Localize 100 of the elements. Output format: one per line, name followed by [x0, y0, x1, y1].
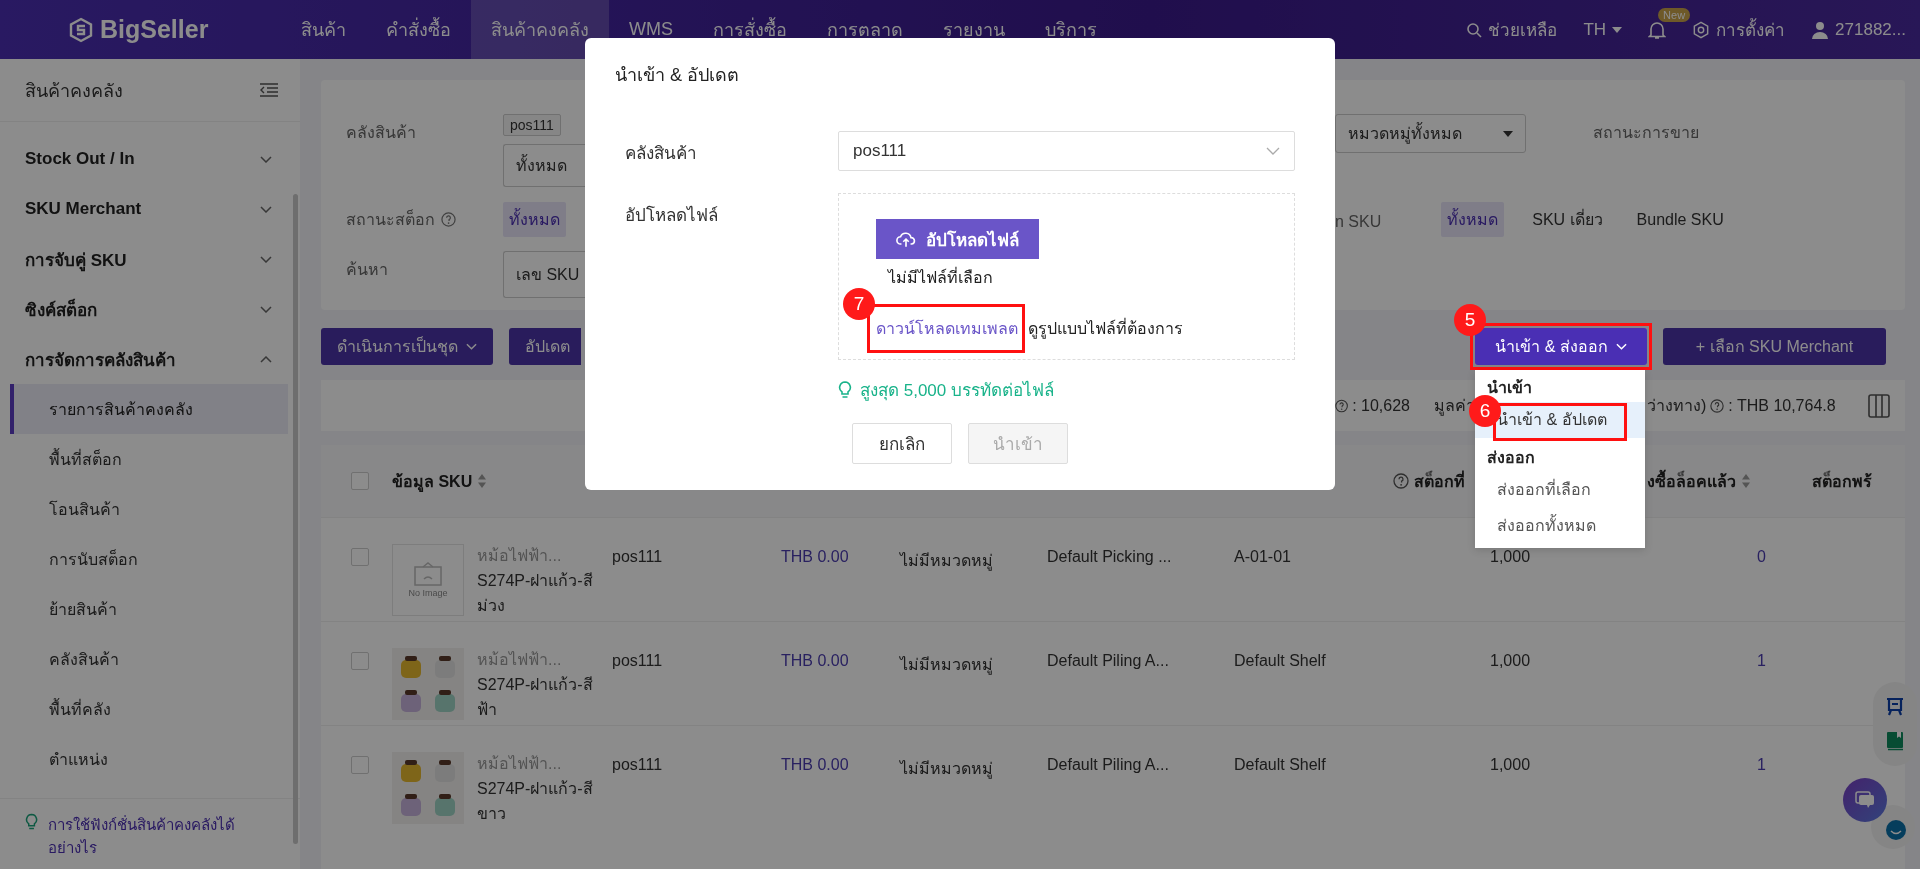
checkbox[interactable]: [351, 652, 369, 670]
filter-label: คลังสินค้า: [346, 123, 417, 143]
sku-code: S274P-ฝาแก้ว-สีม่วง: [477, 570, 594, 616]
sidebar-item[interactable]: คลังสินค้า: [10, 634, 288, 684]
chevron-icon: [1266, 147, 1280, 155]
sidebar-item[interactable]: ตำแหน่ง: [10, 734, 288, 784]
checkbox[interactable]: [351, 756, 369, 774]
help-link[interactable]: การใช้ฟังก์ชั่นสินค้าคงคลังได้อย่างไร: [48, 812, 270, 859]
lightbulb-icon: [25, 812, 39, 831]
warehouse-option[interactable]: ทั้งหมด: [503, 144, 585, 187]
book-icon[interactable]: [1886, 731, 1904, 752]
filter-label: สถานะสต็อก: [346, 208, 435, 230]
table-cell-text: pos111: [612, 756, 664, 774]
help-link[interactable]: ช่วยเหลือ: [1466, 16, 1558, 43]
settings-link[interactable]: การตั้งค่า: [1692, 16, 1786, 43]
settings-icon: [1692, 20, 1711, 39]
menu-item[interactable]: ส่งออกที่เลือก: [1475, 472, 1645, 508]
table-cell-text: ไม่มีหมวดหมู่: [900, 759, 994, 781]
column-header: ข้อมูล SKU: [392, 471, 473, 494]
logo-icon: [68, 16, 94, 43]
filter-option[interactable]: ทั้งหมด: [1441, 202, 1505, 237]
sidebar-item[interactable]: พื้นที่คลัง: [10, 684, 288, 734]
chevron-icon: [1615, 343, 1627, 350]
column-header: สต็อกที่: [1414, 469, 1465, 492]
field-label: คลังสินค้า: [625, 143, 698, 165]
no-file-text: ไม่มีไฟล์ที่เลือก: [888, 266, 993, 288]
table-cell-text: Default Piling A...: [1047, 652, 1170, 670]
filter-option[interactable]: Bundle SKU: [1630, 205, 1730, 234]
cloud-upload-icon: [896, 230, 916, 248]
nav-tab[interactable]: สินค้า: [281, 0, 366, 59]
stock-value: : THB 10,764.8: [1728, 396, 1836, 415]
field-label: อัปโหลดไฟล์: [625, 204, 719, 227]
menu-item[interactable]: ส่งออกทั้งหมด: [1475, 508, 1645, 544]
step-badge: 7: [843, 288, 875, 320]
download-template-link[interactable]: ดาวน์โหลดเทมเพลต: [876, 316, 1022, 341]
upload-file-button[interactable]: อัปโหลดไฟล์: [876, 219, 1039, 259]
menu-group-label: ส่งออก: [1486, 448, 1536, 468]
product-name: หม้อไฟฟ้า...: [477, 754, 563, 774]
checkbox[interactable]: [351, 548, 369, 566]
nav-tab[interactable]: คำสั่งซื้อ: [366, 0, 471, 59]
locked-quantity-link[interactable]: 0: [1757, 548, 1905, 566]
user-account-menu[interactable]: 271882...: [1811, 19, 1906, 40]
sort-icon[interactable]: [1741, 473, 1751, 489]
table-cell-text: A-01-01: [1234, 548, 1292, 566]
table-cell-text: ไม่มีหมวดหมู่: [900, 551, 994, 573]
sidebar-item[interactable]: ย้ายสินค้า: [10, 584, 288, 634]
cancel-button[interactable]: ยกเลิก: [852, 423, 952, 464]
new-badge: New: [1658, 7, 1691, 22]
filter-option[interactable]: ทั้งหมด: [503, 202, 566, 237]
warehouse-select[interactable]: pos111: [838, 131, 1295, 171]
product-photo-drawing: [392, 752, 464, 824]
table-cell-text: THB 0.00: [781, 756, 850, 774]
search-type-select[interactable]: เลข SKU: [503, 251, 585, 298]
image-caption: No Image: [408, 588, 448, 598]
sort-icon[interactable]: [477, 473, 488, 489]
bell-icon[interactable]: [1648, 19, 1667, 40]
batch-action-button[interactable]: ดำเนินการเป็นชุด: [321, 328, 493, 365]
caret-icon: [1612, 26, 1623, 33]
sidebar-item[interactable]: พื้นที่สต็อก: [10, 434, 288, 484]
table-cell-text: ไม่มีหมวดหมู่: [900, 655, 994, 677]
filter-label: n SKU: [1335, 212, 1382, 231]
sku-code: S274P-ฝาแก้ว-สีฟ้า: [477, 674, 594, 720]
table-cell-text: Default Picking ...: [1047, 548, 1173, 566]
scrollbar[interactable]: [293, 194, 298, 844]
sidebar-item[interactable]: การนับสต็อก: [10, 534, 288, 584]
table-cell-text: 1,000: [1490, 652, 1532, 670]
columns-icon[interactable]: [1868, 393, 1890, 418]
filter-label: สถานะการขาย: [1593, 123, 1700, 143]
search-icon: [1466, 21, 1483, 38]
filter-option[interactable]: SKU เดี่ยว: [1526, 202, 1609, 237]
table-cell-text: Default Shelf: [1234, 756, 1327, 774]
language-select[interactable]: TH: [1583, 19, 1623, 40]
help-icon: [1710, 398, 1725, 413]
collapse-menu-icon[interactable]: [260, 83, 278, 97]
logo-text: BigSeller: [100, 15, 209, 44]
row-limit-hint: สูงสุด 5,000 บรรทัดต่อไฟล์: [860, 379, 1054, 403]
chevron-icon: [466, 343, 477, 350]
import-export-button[interactable]: นำเข้า & ส่งออก: [1475, 328, 1647, 365]
column-header: สต็อกพร้: [1812, 469, 1872, 492]
table-cell-text: Default Shelf: [1234, 652, 1327, 670]
product-photo-drawing: [392, 648, 464, 720]
select-merchant-button[interactable]: + เลือก SKU Merchant: [1663, 328, 1886, 365]
sidebar-item[interactable]: รายการสินค้าคงคลัง: [10, 384, 288, 434]
template-note: ดูรูปแบบไฟล์ที่ต้องการ: [1028, 317, 1183, 341]
sidebar-title: สินค้าคงคลัง: [25, 79, 123, 103]
warehouse-tag: pos111: [503, 114, 561, 136]
category-select[interactable]: หมวดหมู่ทั้งหมด: [1335, 114, 1526, 153]
help-icon: [1335, 398, 1349, 413]
sidebar-group[interactable]: Stock Out / In: [0, 134, 300, 184]
update-button[interactable]: อัปเดต: [509, 328, 581, 365]
stock-value-label: ว่างทาง): [1647, 396, 1707, 416]
dialog-title: นำเข้า & อัปเดต: [614, 64, 740, 87]
locked-quantity-link[interactable]: 1: [1757, 652, 1905, 670]
checkbox[interactable]: [351, 472, 369, 490]
product-name: หม้อไฟฟ้า...: [477, 650, 563, 670]
sidebar-item[interactable]: โอนสินค้า: [10, 484, 288, 534]
filter-label: ค้นหา: [346, 260, 389, 280]
presentation-board-icon[interactable]: [1885, 696, 1905, 717]
table-cell-text: 1,000: [1490, 756, 1532, 774]
table-cell-text: pos111: [612, 652, 664, 670]
